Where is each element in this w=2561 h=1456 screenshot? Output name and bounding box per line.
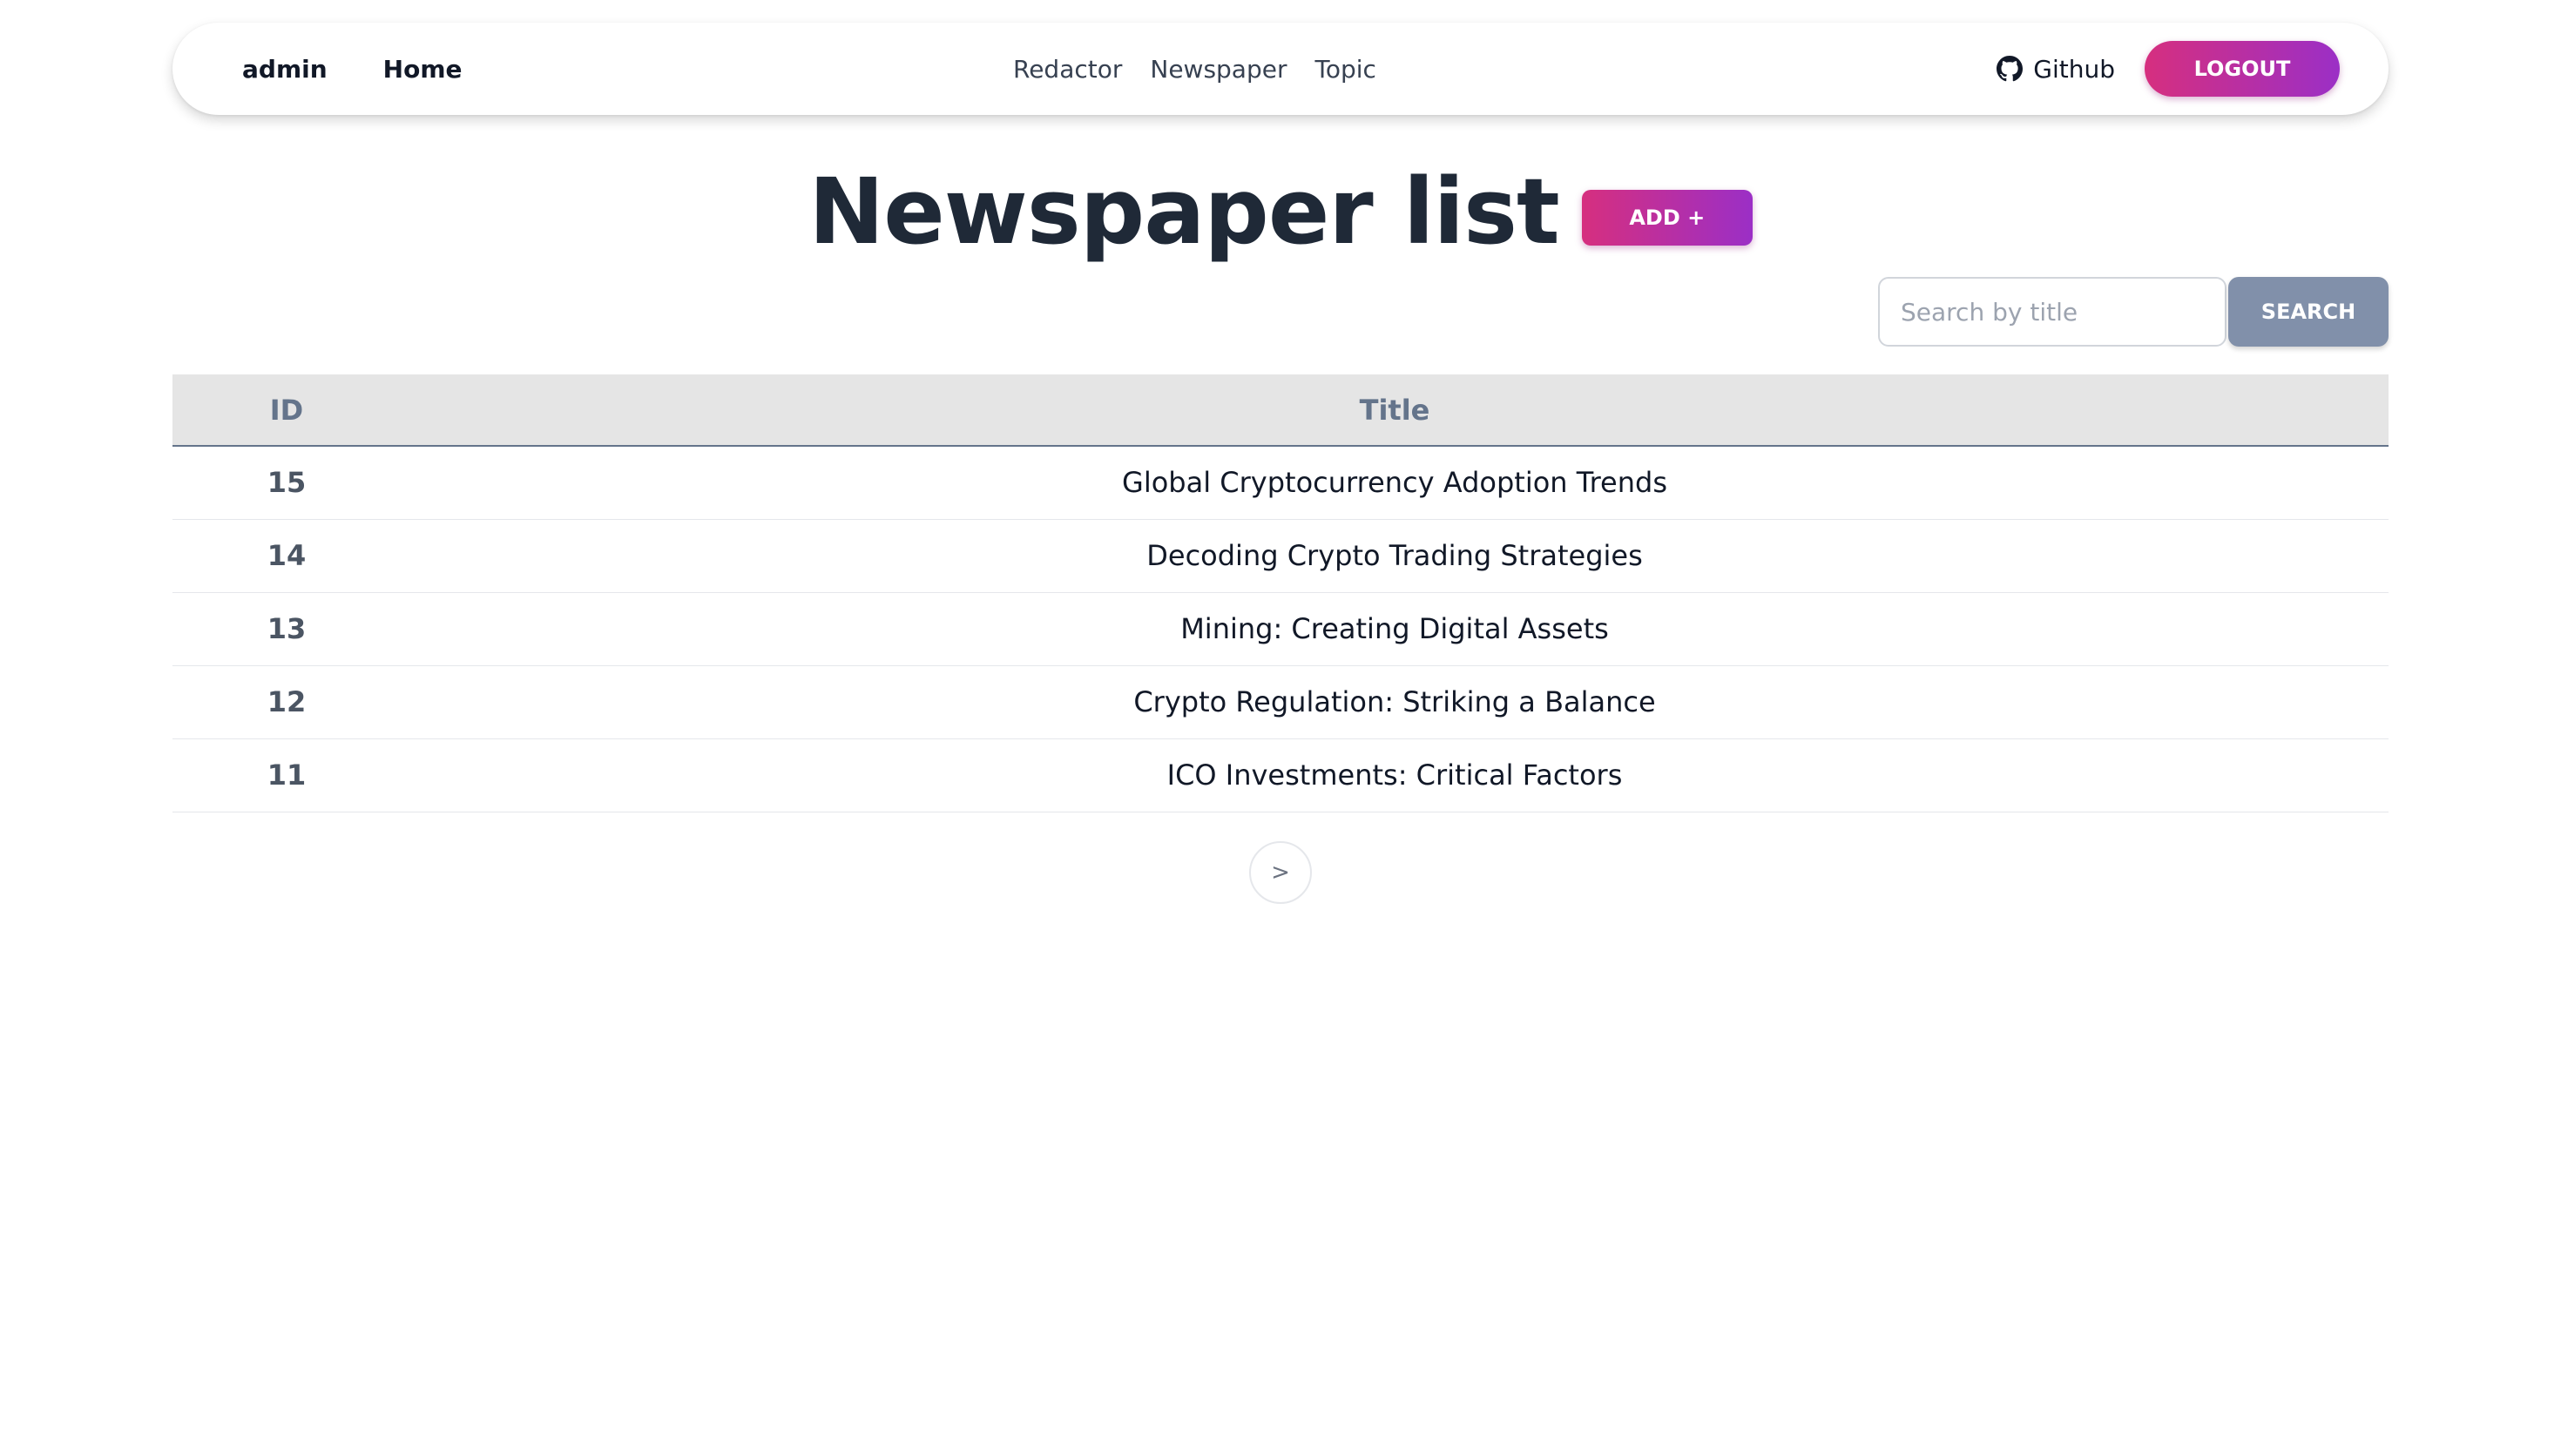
nav-left: admin Home	[242, 23, 463, 115]
nav-link-topic[interactable]: Topic	[1314, 55, 1375, 84]
nav-right: Github LOGOUT	[1997, 23, 2340, 115]
search-input[interactable]	[1878, 277, 2227, 347]
add-newspaper-button[interactable]: ADD +	[1581, 190, 1753, 246]
table-row[interactable]: 15 Global Cryptocurrency Adoption Trends	[172, 446, 2389, 520]
row-id: 15	[172, 446, 401, 520]
top-navbar: admin Home Redactor Newspaper Topic Gith…	[172, 23, 2389, 115]
nav-link-redactor[interactable]: Redactor	[1013, 55, 1122, 84]
brand-link[interactable]: admin	[242, 55, 328, 84]
page-title: Newspaper list	[808, 158, 1560, 265]
row-title-link[interactable]: ICO Investments: Critical Factors	[401, 738, 2389, 812]
table-row[interactable]: 11 ICO Investments: Critical Factors	[172, 738, 2389, 812]
column-header-id: ID	[269, 393, 304, 427]
table-row[interactable]: 12 Crypto Regulation: Striking a Balance	[172, 665, 2389, 739]
next-page-button[interactable]: >	[1249, 841, 1312, 904]
row-title-link[interactable]: Crypto Regulation: Striking a Balance	[401, 665, 2389, 739]
nav-link-newspaper[interactable]: Newspaper	[1150, 55, 1287, 84]
row-title-link[interactable]: Global Cryptocurrency Adoption Trends	[401, 446, 2389, 520]
github-label: Github	[2033, 54, 2115, 84]
row-id: 12	[172, 665, 401, 739]
table-row[interactable]: 13 Mining: Creating Digital Assets	[172, 592, 2389, 666]
newspaper-table: ID Title 15 Global Cryptocurrency Adopti…	[172, 374, 2389, 812]
column-header-title: Title	[1359, 393, 1430, 427]
row-title-link[interactable]: Mining: Creating Digital Assets	[401, 592, 2389, 666]
nav-center-links: Redactor Newspaper Topic	[1013, 23, 1376, 115]
search-button[interactable]: SEARCH	[2228, 277, 2389, 347]
row-id: 14	[172, 519, 401, 593]
table-header-row: ID Title	[172, 374, 2389, 446]
row-id: 13	[172, 592, 401, 666]
table-row[interactable]: 14 Decoding Crypto Trading Strategies	[172, 519, 2389, 593]
logout-button[interactable]: LOGOUT	[2145, 41, 2340, 97]
row-id: 11	[172, 738, 401, 812]
github-icon	[1997, 56, 2024, 82]
github-link[interactable]: Github	[1997, 55, 2115, 84]
page-header: Newspaper list ADD +	[0, 158, 2561, 265]
row-title-link[interactable]: Decoding Crypto Trading Strategies	[401, 519, 2389, 593]
search-form: SEARCH	[1878, 277, 2389, 347]
home-link[interactable]: Home	[383, 55, 463, 84]
